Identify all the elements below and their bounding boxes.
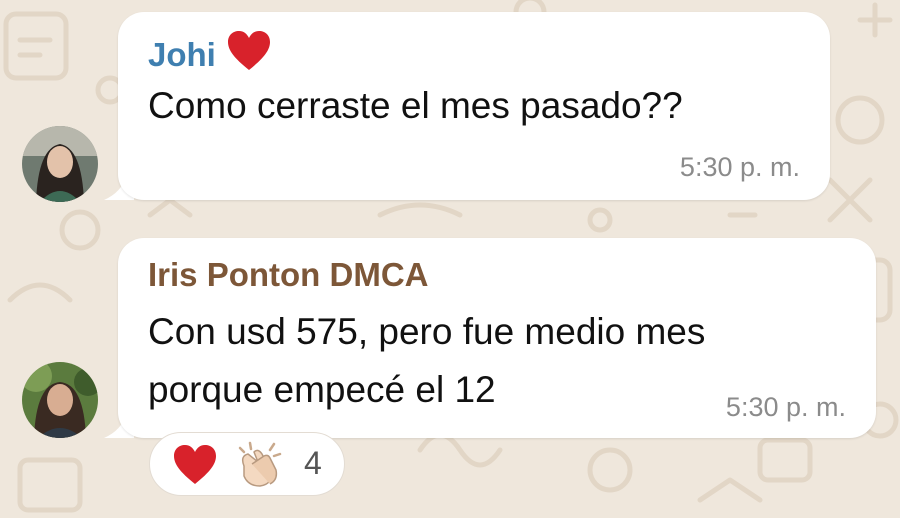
sender-name[interactable]: Johi	[148, 30, 272, 80]
heart-icon	[226, 30, 272, 80]
sender-name[interactable]: Iris Ponton DMCA	[148, 256, 428, 294]
clapping-hands-icon	[238, 441, 282, 487]
message-timestamp: 5:30 p. m.	[679, 152, 800, 182]
johi-avatar[interactable]	[22, 126, 98, 202]
message-text: Como cerraste el mes pasado??	[148, 85, 683, 126]
message-bubble[interactable]: Johi Como cerraste el mes pasado?? 5:30 …	[118, 12, 830, 200]
message-bubble[interactable]: Iris Ponton DMCA Con usd 575, pero fue m…	[118, 238, 876, 438]
message-timestamp: 5:30 p. m.	[725, 392, 846, 422]
heart-icon	[174, 445, 216, 484]
reaction-count: 4	[304, 445, 322, 481]
message-text-line-2: porque empecé el 12	[148, 369, 496, 410]
message-text-line-1: Con usd 575, pero fue medio mes	[148, 311, 706, 352]
iris-avatar[interactable]	[22, 362, 98, 438]
reactions-pill[interactable]: 4	[149, 432, 345, 496]
